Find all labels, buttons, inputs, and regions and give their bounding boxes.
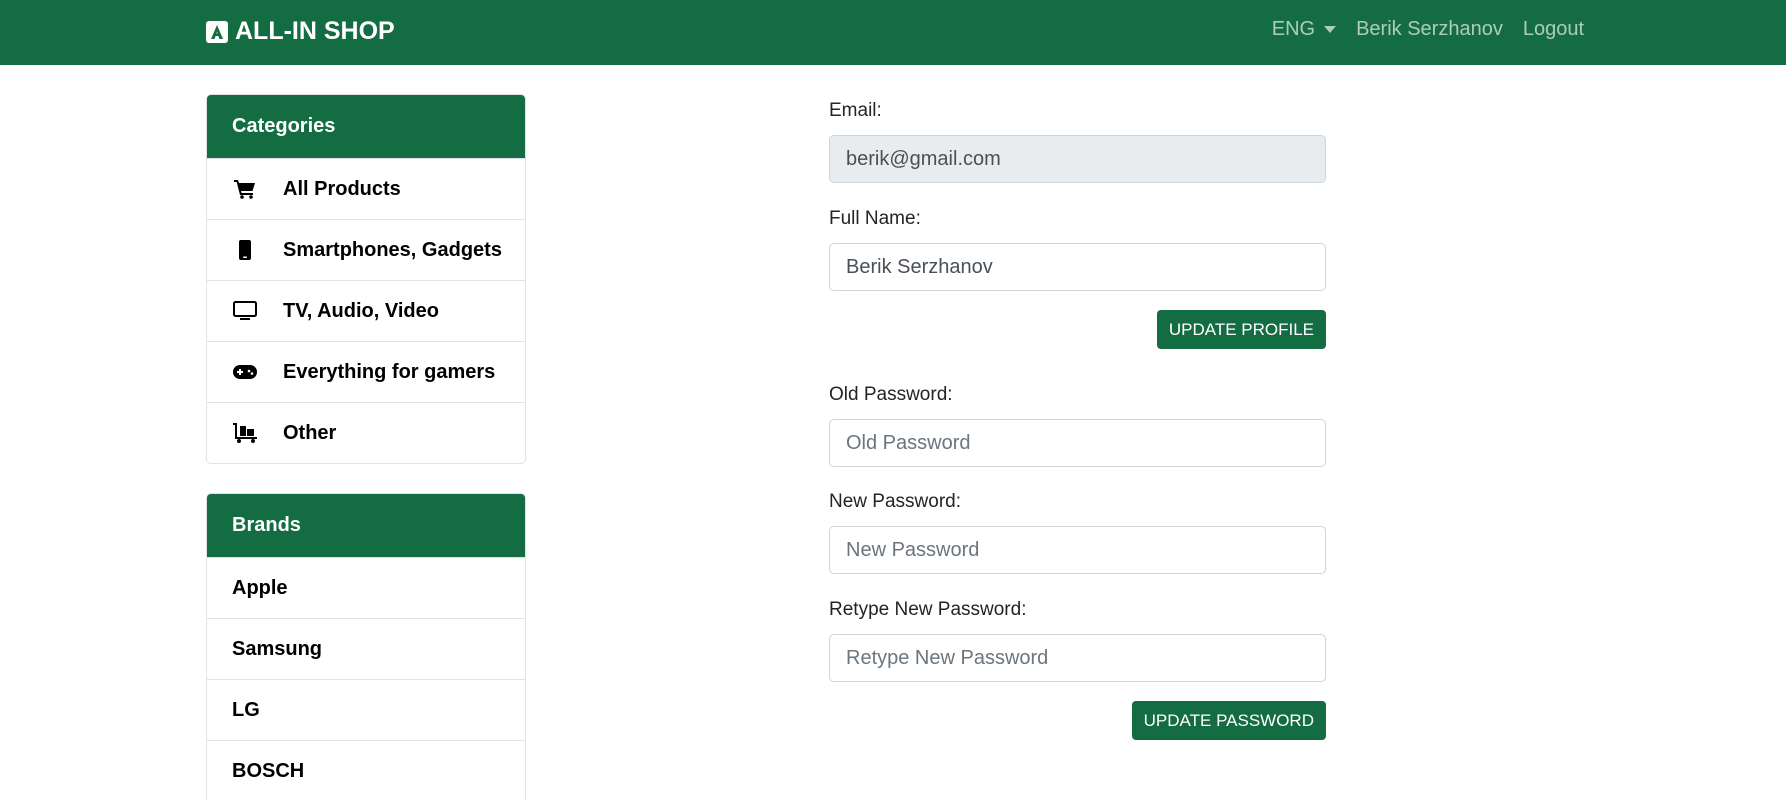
category-item-tv-audio-video[interactable]: TV, Audio, Video <box>207 280 525 341</box>
tv-icon <box>232 300 258 322</box>
new-password-field[interactable] <box>829 526 1326 574</box>
language-dropdown[interactable]: ENG <box>1271 18 1337 41</box>
full-name-label: Full Name: <box>829 208 921 229</box>
user-profile-link[interactable]: Berik Serzhanov <box>1356 18 1503 41</box>
brands-card: Brands Apple Samsung LG BOSCH <box>206 493 526 800</box>
logout-link[interactable]: Logout <box>1523 18 1584 41</box>
categories-card: Categories All Products Smartphones, Gad… <box>206 94 526 464</box>
brand-item-apple[interactable]: Apple <box>207 557 525 618</box>
brand-item-lg[interactable]: LG <box>207 679 525 740</box>
dolly-icon <box>232 422 258 444</box>
brand-item-samsung[interactable]: Samsung <box>207 618 525 679</box>
old-password-label: Old Password: <box>829 384 953 405</box>
top-navbar: ALL-IN SHOP ENG Berik Serzhanov Logout <box>0 0 1786 65</box>
brands-header: Brands <box>207 494 525 557</box>
brand-name: ALL-IN SHOP <box>235 17 395 45</box>
new-password-label: New Password: <box>829 491 961 512</box>
categories-header: Categories <box>207 95 525 158</box>
brand-link[interactable]: ALL-IN SHOP <box>206 17 395 46</box>
category-label: All Products <box>283 177 401 200</box>
update-password-button[interactable]: UPDATE PASSWORD <box>1131 701 1326 740</box>
email-field <box>829 135 1326 183</box>
brand-item-bosch[interactable]: BOSCH <box>207 740 525 800</box>
category-item-other[interactable]: Other <box>207 402 525 463</box>
update-profile-button[interactable]: UPDATE PROFILE <box>1156 310 1326 349</box>
cart-icon <box>232 178 258 200</box>
category-label: Everything for gamers <box>283 360 496 383</box>
retype-password-field[interactable] <box>829 634 1326 682</box>
smartphone-icon <box>232 239 258 261</box>
nav-right: ENG Berik Serzhanov Logout <box>1272 18 1584 41</box>
category-item-smartphones[interactable]: Smartphones, Gadgets <box>207 219 525 280</box>
category-item-gamers[interactable]: Everything for gamers <box>207 341 525 402</box>
category-label: TV, Audio, Video <box>283 299 439 322</box>
retype-password-label: Retype New Password: <box>829 599 1027 620</box>
category-label: Smartphones, Gadgets <box>283 238 502 261</box>
old-password-field[interactable] <box>829 419 1326 467</box>
category-label: Other <box>283 421 337 444</box>
email-label: Email: <box>829 100 882 121</box>
caret-down-icon <box>1324 26 1337 33</box>
brand-logo-icon <box>206 20 228 43</box>
full-name-field[interactable] <box>829 243 1326 291</box>
language-label: ENG <box>1271 18 1316 40</box>
category-item-all-products[interactable]: All Products <box>207 158 525 219</box>
gamepad-icon <box>232 361 258 383</box>
